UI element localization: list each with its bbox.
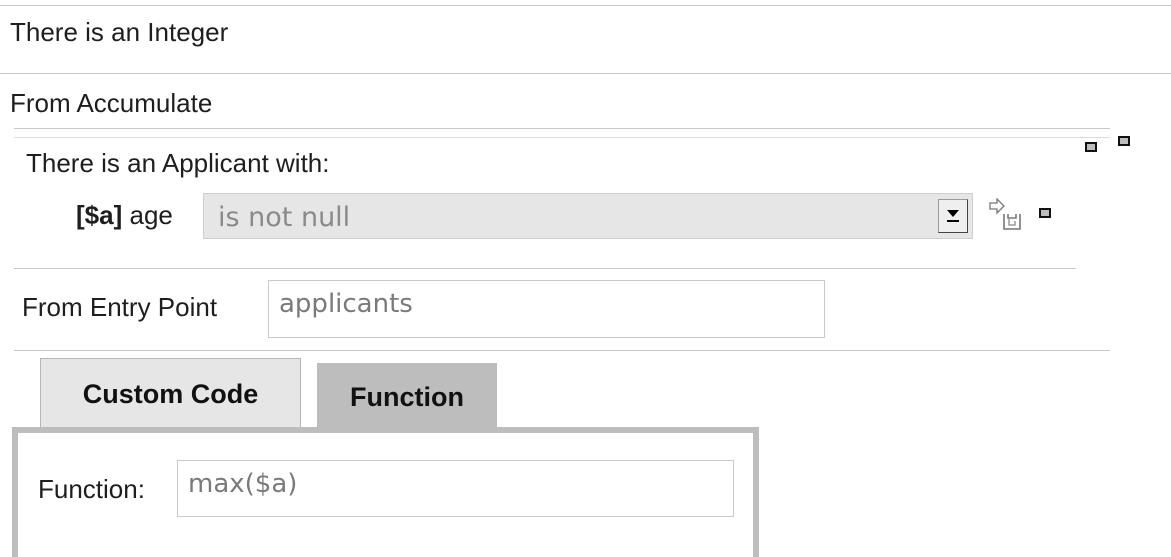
accumulate-label: From Accumulate (10, 88, 213, 118)
operator-dropdown[interactable]: is not null (203, 193, 973, 239)
divider-entry-point (14, 350, 1110, 351)
variable-binding: [$a] (76, 200, 123, 230)
top-divider (0, 5, 1171, 6)
function-input[interactable]: max($a) (177, 460, 734, 517)
field-name: age (129, 200, 173, 230)
divider-applicant-top (14, 137, 1110, 138)
remove-constraint-icon[interactable] (1039, 208, 1051, 218)
remove-accumulate-icon[interactable] (1118, 136, 1130, 146)
entry-point-value: applicants (279, 289, 413, 319)
function-value: max($a) (188, 469, 298, 499)
divider-accumulate (14, 128, 1110, 129)
function-label: Function: (38, 474, 145, 504)
tab-function[interactable]: Function (317, 363, 497, 429)
tab-function-label: Function (350, 382, 464, 412)
chevron-down-icon[interactable] (938, 199, 968, 233)
operator-selected-value: is not null (218, 202, 351, 233)
divider-constraint (14, 268, 1076, 269)
remove-pattern-icon[interactable] (1085, 142, 1097, 152)
tab-custom-code[interactable]: Custom Code (40, 358, 301, 428)
tab-custom-code-label: Custom Code (82, 379, 259, 409)
applicant-pattern-label: There is an Applicant with: (26, 148, 330, 178)
divider-integer (0, 73, 1171, 74)
add-connective-icon[interactable] (989, 198, 1023, 232)
entry-point-input[interactable]: applicants (268, 280, 825, 338)
entry-point-label: From Entry Point (22, 292, 218, 322)
constraint-field: [$a] age (76, 200, 173, 231)
integer-pattern-label: There is an Integer (10, 17, 229, 47)
